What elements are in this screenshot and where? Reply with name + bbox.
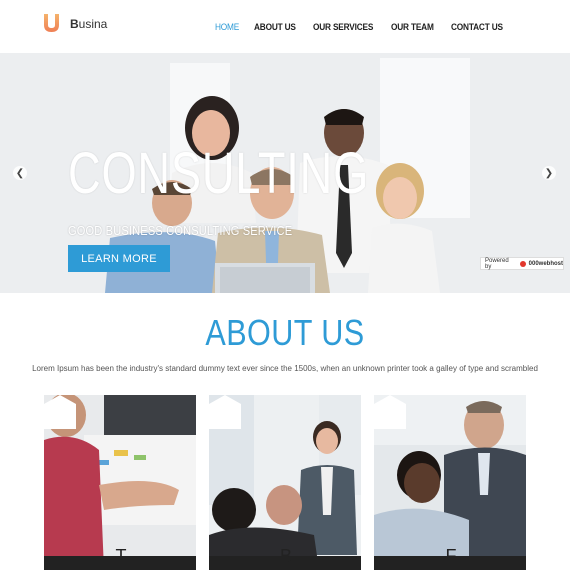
hero-slider: CONSULTING GOOD BUSINESS CONSULTING SERV… [0, 53, 570, 293]
main-nav: HOME ABOUT US OUR SERVICES OUR TEAM CONT… [215, 22, 507, 32]
nav-our-team[interactable]: OUR TEAM [391, 22, 434, 32]
logo-text[interactable]: Busina [70, 17, 107, 31]
logo-rest: usina [78, 17, 108, 31]
webhost-logo-icon [519, 260, 526, 267]
hexagon-icon [209, 395, 241, 429]
hero-subtitle: GOOD BUSINESS CONSULTING SERVICE [68, 223, 293, 238]
site-header: Busina HOME ABOUT US OUR SERVICES OUR TE… [0, 0, 570, 53]
chevron-left-icon[interactable]: ❮ [13, 166, 27, 180]
about-text: Lorem Ipsum has been the industry's stan… [32, 364, 538, 373]
service-card-2[interactable]: B [209, 395, 361, 570]
logo-first-letter: B [70, 17, 79, 31]
nav-about-us[interactable]: ABOUT US [254, 22, 296, 32]
card-letter-2: B [279, 546, 292, 566]
nav-home[interactable]: HOME [215, 22, 239, 32]
nav-contact-us[interactable]: CONTACT US [451, 22, 503, 32]
card-letter-3: F [445, 546, 457, 566]
nav-our-services[interactable]: OUR SERVICES [313, 22, 373, 32]
powered-by-label: Powered by [485, 257, 509, 270]
powered-by-badge[interactable]: Powered by 000webhost [480, 257, 564, 270]
service-card-3[interactable]: F [374, 395, 526, 570]
chevron-right-icon[interactable]: ❯ [542, 166, 556, 180]
about-title: ABOUT US [205, 312, 365, 353]
hexagon-icon [374, 395, 406, 429]
service-card-1[interactable]: T [44, 395, 196, 570]
hexagon-icon [44, 395, 76, 429]
hero-title: CONSULTING [68, 141, 370, 206]
logo-icon[interactable] [43, 14, 60, 32]
card-letter-1: T [115, 546, 127, 566]
powered-by-brand: 000webhost [528, 260, 563, 267]
learn-more-button[interactable]: LEARN MORE [68, 245, 170, 272]
